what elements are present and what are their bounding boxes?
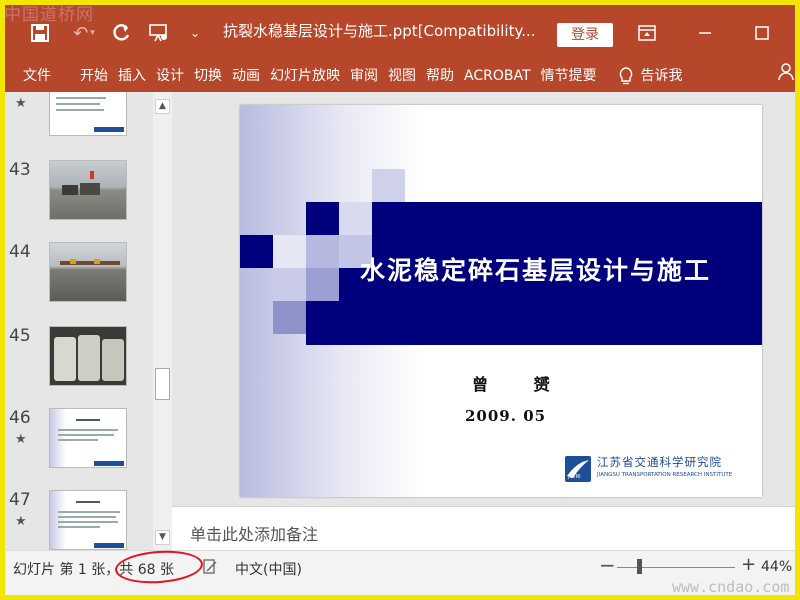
- scrollbar-thumb[interactable]: [155, 368, 170, 400]
- thumbnail-image: [49, 408, 127, 468]
- institute-logo-text: JSTRI: [568, 474, 581, 480]
- presentation-from-start-icon[interactable]: [147, 19, 171, 47]
- tab-view[interactable]: 视图: [383, 60, 421, 92]
- tab-storyboard[interactable]: 情节提要: [536, 60, 602, 92]
- notes-pane[interactable]: 单击此处添加备注: [172, 506, 795, 550]
- thumbnail-slide-44[interactable]: 44: [5, 242, 155, 304]
- zoom-out-button[interactable]: −: [599, 553, 616, 577]
- institute-logo-icon: JSTRI: [565, 456, 591, 482]
- zoom-slider-knob[interactable]: [637, 559, 642, 574]
- ribbon-tabs: 文件 开始 插入 设计 切换 动画 幻灯片放映 审阅 视图 帮助 ACROBAT…: [5, 60, 795, 92]
- tab-file[interactable]: 文件: [5, 60, 75, 92]
- thumbnail-slide-43[interactable]: 43: [5, 160, 155, 222]
- zoom-level[interactable]: 44%: [761, 559, 792, 575]
- thumbnail-slide-47[interactable]: 47 ★: [5, 490, 155, 550]
- thumbnail-image: [49, 490, 127, 550]
- decor-square: [306, 235, 339, 268]
- slide-author[interactable]: 曾 赟: [472, 371, 570, 395]
- user-icon[interactable]: [772, 60, 795, 92]
- thumbnail-number: 44: [9, 242, 31, 262]
- decor-square: [339, 202, 372, 235]
- minimize-icon[interactable]: [693, 19, 717, 47]
- redo-icon[interactable]: [111, 19, 133, 47]
- animation-star-icon: ★: [15, 96, 27, 111]
- thumbnail-image: [49, 92, 127, 136]
- thumbnail-image: [49, 160, 127, 220]
- scroll-up-icon[interactable]: ▲: [155, 99, 170, 114]
- tell-me-search[interactable]: 告诉我: [614, 60, 688, 92]
- thumbnail-slide-42[interactable]: ★: [5, 92, 155, 136]
- tab-acrobat[interactable]: ACROBAT: [459, 60, 536, 92]
- thumbnail-number: 43: [9, 160, 31, 180]
- title-bar: ↶ ▾ ⌄ 抗裂水稳基层设计与施工.ppt[Compatibility... 登录: [5, 5, 795, 60]
- slide-thumbnail-pane[interactable]: ★ 43 44 45 46 ★ 47 ★ ▲ ▼: [5, 92, 172, 550]
- animation-star-icon: ★: [15, 432, 27, 447]
- thumbnail-number: 46: [9, 408, 31, 428]
- tab-slideshow[interactable]: 幻灯片放映: [265, 60, 345, 92]
- zoom-slider-track[interactable]: [617, 567, 735, 568]
- zoom-in-button[interactable]: +: [741, 554, 756, 575]
- institute-logo-block: JSTRI 江苏省交通科学研究院 JIANGSU TRANSPORTATION …: [565, 454, 755, 486]
- spelling-check-icon[interactable]: [203, 559, 217, 579]
- decor-square: [273, 235, 306, 268]
- watermark-bottom: www.cndao.com: [672, 578, 790, 596]
- ribbon-display-icon[interactable]: [635, 19, 659, 47]
- tab-review[interactable]: 审阅: [345, 60, 383, 92]
- scroll-down-icon[interactable]: ▼: [155, 530, 170, 545]
- thumbnail-scrollbar[interactable]: ▲ ▼: [153, 92, 172, 550]
- document-title: 抗裂水稳基层设计与施工.ppt[Compatibility...: [223, 22, 536, 40]
- current-slide[interactable]: 水泥稳定碎石基层设计与施工 曾 赟 2009. 05 JSTRI 江苏省交通科学…: [240, 105, 762, 497]
- language-indicator[interactable]: 中文(中国): [235, 559, 302, 579]
- thumbnail-image: [49, 242, 127, 302]
- decor-square: [240, 235, 273, 268]
- decor-square: [372, 169, 405, 202]
- thumbnail-slide-46[interactable]: 46 ★: [5, 408, 155, 470]
- notes-placeholder[interactable]: 单击此处添加备注: [190, 521, 318, 545]
- watermark-top: 中国道桥网: [4, 5, 94, 25]
- decor-square: [273, 268, 306, 301]
- tab-help[interactable]: 帮助: [421, 60, 459, 92]
- lightbulb-icon: [619, 67, 633, 85]
- slide-editing-area: 水泥稳定碎石基层设计与施工 曾 赟 2009. 05 JSTRI 江苏省交通科学…: [172, 92, 795, 506]
- red-annotation-circle: [113, 547, 205, 587]
- tab-design[interactable]: 设计: [151, 60, 189, 92]
- login-button[interactable]: 登录: [557, 23, 613, 47]
- thumbnail-number: 45: [9, 326, 31, 346]
- decor-square: [273, 301, 306, 334]
- tab-home[interactable]: 开始: [75, 60, 113, 92]
- tab-insert[interactable]: 插入: [113, 60, 151, 92]
- thumbnail-number: 47: [9, 490, 31, 510]
- institute-name-cn: 江苏省交通科学研究院: [597, 455, 722, 469]
- slide-title[interactable]: 水泥稳定碎石基层设计与施工: [360, 251, 711, 287]
- animation-star-icon: ★: [15, 514, 27, 529]
- tell-me-label: 告诉我: [640, 68, 683, 84]
- slide-date[interactable]: 2009. 05: [465, 407, 546, 425]
- institute-name-en: JIANGSU TRANSPORTATION RESEARCH INSTITUT…: [597, 472, 733, 478]
- customize-toolbar-icon[interactable]: ⌄: [187, 19, 203, 47]
- tab-transitions[interactable]: 切换: [189, 60, 227, 92]
- thumbnail-image: [49, 326, 127, 386]
- tab-animations[interactable]: 动画: [227, 60, 265, 92]
- decor-square: [306, 268, 339, 301]
- thumbnail-slide-45[interactable]: 45: [5, 326, 155, 388]
- maximize-icon[interactable]: [750, 19, 774, 47]
